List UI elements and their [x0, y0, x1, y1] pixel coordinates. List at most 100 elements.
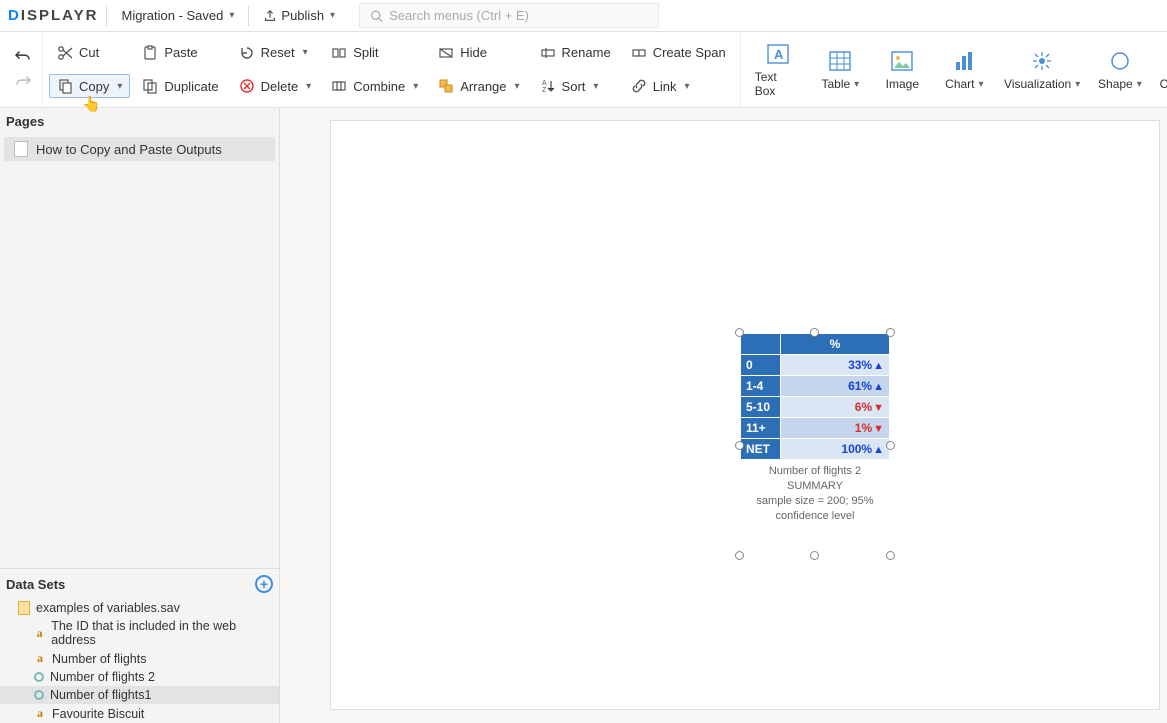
insert-visualization[interactable]: Visualization▾	[1004, 48, 1080, 91]
chevron-down-icon: ▾	[117, 81, 122, 92]
file-icon	[18, 601, 30, 615]
hide-button[interactable]: Hide	[430, 41, 527, 65]
chevron-down-icon: ▾	[303, 47, 308, 58]
chevron-down-icon: ▾	[593, 81, 598, 92]
insert-image[interactable]: Image	[880, 48, 924, 91]
chevron-down-icon: ▾	[1075, 79, 1080, 90]
resize-handle[interactable]	[886, 441, 895, 450]
variable-item[interactable]: Number of flights 2	[0, 668, 279, 686]
chevron-down-icon: ▾	[685, 81, 690, 92]
delete-icon	[239, 78, 255, 94]
variable-item[interactable]: aThe ID that is included in the web addr…	[0, 617, 279, 649]
image-icon	[890, 50, 914, 72]
variable-item[interactable]: aFavourite Biscuit	[0, 704, 279, 723]
down-arrow-icon: ▼	[873, 423, 884, 435]
row-header: NET	[741, 439, 781, 460]
resize-handle[interactable]	[886, 551, 895, 560]
chevron-down-icon: ▾	[306, 81, 311, 92]
variable-item[interactable]: aNumber of flights	[0, 649, 279, 668]
row-header: 11+	[741, 418, 781, 439]
add-dataset-button[interactable]: +	[255, 575, 273, 593]
pages-list: How to Copy and Paste Outputs	[0, 135, 279, 163]
output-table[interactable]: % 033%▲ 1-461%▲ 5-106%▼ 11+1%▼ NET100%▲	[740, 333, 890, 460]
chevron-down-icon: ▾	[979, 79, 984, 90]
dataset-file[interactable]: examples of variables.sav	[0, 599, 279, 617]
delete-button[interactable]: Delete▾	[231, 74, 320, 98]
text-var-icon: a	[34, 706, 46, 721]
resize-handle[interactable]	[810, 551, 819, 560]
resize-handle[interactable]	[810, 328, 819, 337]
up-arrow-icon: ▲	[873, 444, 884, 456]
insert-shape[interactable]: Shape▾	[1098, 48, 1142, 91]
document-menu[interactable]: Migration - Saved▾	[115, 4, 240, 27]
insert-table[interactable]: Table▾	[818, 48, 862, 91]
split-button[interactable]: Split	[323, 41, 426, 65]
insert-group: AText Box Table▾ Image Chart▾ Visualizat…	[741, 32, 1167, 107]
down-arrow-icon: ▼	[873, 402, 884, 414]
page-icon	[14, 141, 28, 157]
cell: 33%▲	[781, 355, 890, 376]
upload-icon	[263, 9, 277, 23]
svg-text:A: A	[774, 47, 784, 62]
publish-button[interactable]: Publish▾	[257, 4, 341, 27]
hide-icon	[438, 45, 454, 61]
chevron-down-icon: ▾	[330, 10, 335, 21]
copy-button[interactable]: Copy▾	[49, 74, 130, 98]
table-icon	[828, 50, 852, 72]
duplicate-button[interactable]: Duplicate	[134, 74, 226, 98]
chevron-down-icon: ▾	[515, 81, 520, 92]
datasets-panel: Data Sets+ examples of variables.sav aTh…	[0, 568, 279, 723]
combine-button[interactable]: Combine▾	[323, 74, 426, 98]
rename-button[interactable]: Rename	[532, 41, 619, 65]
combine-icon	[331, 78, 347, 94]
create-span-button[interactable]: Create Span	[623, 41, 734, 65]
chevron-down-icon: ▾	[854, 79, 859, 90]
insert-calculation[interactable]: Calculation▾	[1160, 48, 1167, 91]
chevron-down-icon: ▾	[1137, 79, 1142, 90]
insert-textbox[interactable]: AText Box	[755, 41, 801, 98]
clipboard-icon	[142, 45, 158, 61]
svg-text:Z: Z	[542, 87, 547, 94]
duplicate-icon	[142, 78, 158, 94]
reset-icon	[239, 45, 255, 61]
cell: 61%▲	[781, 376, 890, 397]
search-icon	[370, 9, 383, 23]
canvas[interactable]: % 033%▲ 1-461%▲ 5-106%▼ 11+1%▼ NET100%▲ …	[280, 108, 1167, 723]
arrange-button[interactable]: Arrange▾	[430, 74, 527, 98]
row-header: 5-10	[741, 397, 781, 418]
paste-button[interactable]: Paste	[134, 41, 226, 65]
resize-handle[interactable]	[735, 441, 744, 450]
chevron-down-icon: ▾	[229, 10, 234, 21]
textbox-icon: A	[766, 43, 790, 65]
redo-button[interactable]	[14, 74, 32, 91]
visualization-icon	[1029, 50, 1055, 72]
chevron-down-icon: ▾	[413, 81, 418, 92]
pages-title: Pages	[0, 108, 279, 135]
search-input[interactable]	[389, 8, 648, 23]
sort-icon: AZ	[540, 78, 556, 94]
reset-button[interactable]: Reset▾	[231, 41, 320, 65]
resize-handle[interactable]	[886, 328, 895, 337]
insert-chart[interactable]: Chart▾	[942, 48, 986, 91]
undo-button[interactable]	[14, 49, 32, 66]
variable-item[interactable]: Number of flights1	[0, 686, 279, 704]
left-panel: Pages How to Copy and Paste Outputs Data…	[0, 108, 280, 723]
resize-handle[interactable]	[735, 328, 744, 337]
search-menus[interactable]	[359, 3, 659, 28]
shape-icon	[1108, 50, 1132, 72]
page-item[interactable]: How to Copy and Paste Outputs	[4, 137, 275, 161]
text-var-icon: a	[34, 626, 45, 641]
span-icon	[631, 45, 647, 61]
row-header: 1-4	[741, 376, 781, 397]
link-button[interactable]: Link▾	[623, 74, 734, 98]
cell: 100%▲	[781, 439, 890, 460]
cut-button[interactable]: Cut	[49, 41, 130, 65]
numeric-var-icon	[34, 672, 44, 682]
row-header: 0	[741, 355, 781, 376]
selected-table-object[interactable]: % 033%▲ 1-461%▲ 5-106%▼ 11+1%▼ NET100%▲ …	[740, 333, 890, 527]
numeric-var-icon	[34, 690, 44, 700]
resize-handle[interactable]	[735, 551, 744, 560]
table-caption: Number of flights 2 SUMMARY sample size …	[740, 460, 890, 527]
sort-button[interactable]: AZSort▾	[532, 74, 619, 98]
chart-icon	[952, 50, 976, 72]
